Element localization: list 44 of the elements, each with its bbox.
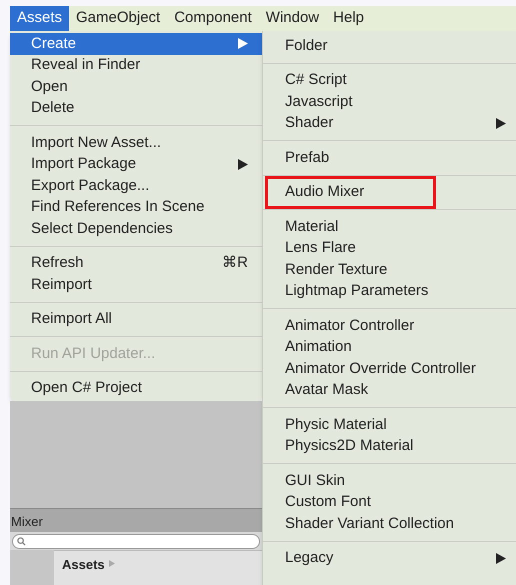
menu-title[interactable]: Component — [167, 6, 259, 31]
menu-item[interactable]: Legacy — [263, 547, 496, 570]
menu-item[interactable]: Export Package... — [10, 175, 262, 196]
menu-item[interactable]: Javascript — [263, 90, 506, 113]
menu-item[interactable]: Select Dependencies — [10, 218, 262, 240]
menu-item[interactable]: Physic Material — [263, 414, 506, 436]
menu-item[interactable]: Avatar Mask — [263, 379, 506, 402]
menu-item[interactable]: Custom Font — [263, 491, 506, 514]
breadcrumb[interactable]: Assets — [62, 555, 105, 574]
menu-item[interactable]: Material — [263, 216, 506, 238]
menu-item[interactable]: Create — [10, 33, 262, 54]
menu-title[interactable]: Help — [326, 6, 371, 31]
menu-item[interactable]: Audio Mixer — [268, 178, 433, 206]
menu-title[interactable]: Window — [258, 6, 326, 31]
menu-item[interactable]: Reimport — [10, 274, 262, 296]
search-icon — [17, 536, 26, 546]
menu-item[interactable]: Reveal in Finder — [10, 54, 262, 76]
menu-title[interactable]: Assets — [10, 6, 70, 31]
menu-item[interactable]: C# Script — [263, 69, 506, 92]
menu-item[interactable]: Lens Flare — [263, 237, 506, 260]
menu-item[interactable]: Animator Controller — [263, 314, 506, 337]
menu-item[interactable]: Open — [10, 76, 262, 98]
menu-item[interactable]: Animator Override Controller — [263, 358, 506, 380]
menu-item[interactable]: Shader — [263, 112, 496, 134]
menu-item[interactable]: Import New Asset... — [10, 132, 262, 154]
menu-title[interactable]: GameObject — [69, 6, 168, 31]
menu-item[interactable]: Prefab — [263, 146, 506, 169]
menu-item[interactable]: Lightmap Parameters — [263, 280, 506, 302]
menu-item[interactable]: Reimport All — [10, 308, 262, 330]
menu-item[interactable]: Delete — [10, 98, 262, 119]
caret-icon — [108, 560, 115, 567]
menu-item[interactable]: Shader Variant Collection — [263, 512, 506, 535]
menu-item[interactable]: Refresh ⌘R — [10, 252, 262, 274]
menu-item[interactable]: Render Texture — [263, 258, 506, 281]
search-field[interactable] — [12, 534, 260, 548]
menu-item[interactable]: Physics2D Material — [263, 435, 506, 458]
menu-item[interactable]: Import Package — [10, 154, 262, 175]
shortcut-label: ⌘R — [222, 253, 248, 273]
menu-item[interactable]: Folder — [263, 34, 506, 57]
menu-item[interactable]: Animation — [263, 336, 506, 358]
panel-title: Mixer — [11, 513, 43, 531]
menu-item[interactable]: GUI Skin — [263, 470, 506, 492]
menu-item[interactable]: Find References In Scene — [10, 196, 262, 218]
menu-item[interactable]: Open C# Project — [10, 378, 262, 399]
